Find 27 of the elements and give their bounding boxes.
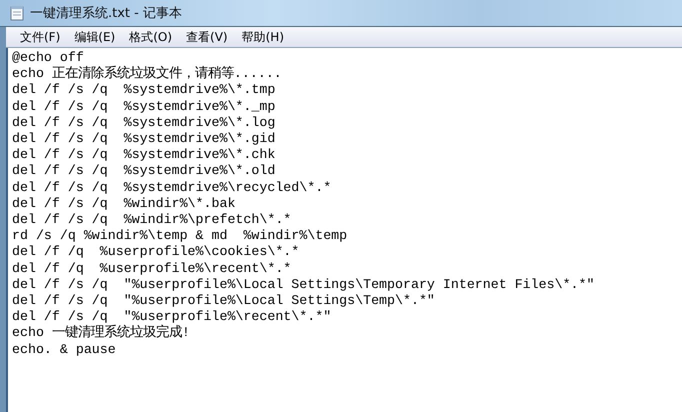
code-line: del /f /s /q %windir%\prefetch\*.* (12, 212, 292, 228)
code-line: @echo off (12, 50, 85, 66)
code-line: del /f /s /q "%userprofile%\recent\*.*" (12, 309, 332, 324)
code-line: rd /s /q %windir%\temp & md %windir%\temp (12, 228, 348, 244)
code-line: del /f /s /q "%userprofile%\Local Settings\Temp\*.*" (12, 293, 436, 310)
code-line: del /f /s /q %systemdrive%\*.log (12, 114, 276, 132)
code-line: echo 一键清理系统垃圾完成! (12, 325, 191, 342)
code-line: del /f /q %userprofile%\cookies\*.* (12, 244, 300, 261)
code-line: del /f /s /q %systemdrive%\recycled\*.* (12, 180, 332, 196)
code-line: del /f /s /q %systemdrive%\*._mp (12, 98, 276, 115)
menu-item[interactable]: 编辑(E) (74, 28, 116, 46)
menu-item[interactable]: 格式(O) (129, 28, 172, 46)
code-line: del /f /q %userprofile%\recent\*.* (12, 260, 292, 277)
code-line: del /f /s /q %systemdrive%\*.gid (12, 131, 276, 148)
menu-item[interactable]: 文件(F) (20, 28, 60, 46)
code-line: del /f /s /q %systemdrive%\*.old (12, 163, 276, 180)
text-area[interactable] (6, 48, 682, 412)
window-title: 一键清理系统.txt - 记事本 (30, 5, 182, 22)
code-line: del /f /s /q %systemdrive%\*.tmp (12, 82, 276, 99)
notepad-icon (10, 5, 24, 21)
code-line: echo 正在清除系统垃圾文件，请稍等...... (12, 66, 283, 82)
code-line: del /f /s /q %systemdrive%\*.chk (12, 147, 276, 164)
code-line: del /f /s /q "%userprofile%\Local Settings\Temporary Internet Files\*.*" (12, 276, 596, 294)
code-line: del /f /s /q %windir%\*.bak (12, 196, 236, 212)
menu-item[interactable]: 帮助(H) (242, 28, 284, 46)
menu-item[interactable]: 查看(V) (186, 28, 228, 46)
code-line: echo. & pause (12, 342, 117, 358)
